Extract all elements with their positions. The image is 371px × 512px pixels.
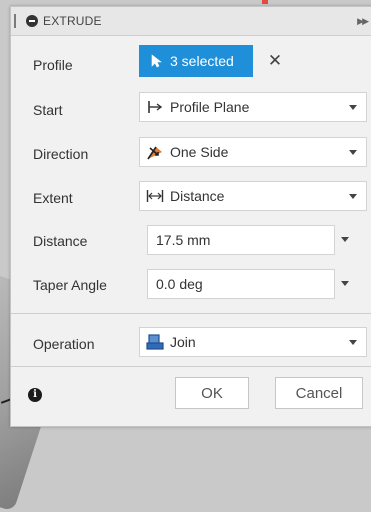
distance-label: Distance [33, 233, 88, 249]
start-value: Profile Plane [170, 99, 250, 115]
drag-grip-icon[interactable] [14, 14, 16, 28]
operation-label: Operation [33, 336, 95, 352]
operation-value: Join [170, 334, 196, 350]
chevron-down-icon [349, 340, 357, 345]
dialog-title: EXTRUDE [43, 14, 102, 28]
canvas-red-mark [262, 0, 268, 4]
taper-angle-label: Taper Angle [33, 277, 107, 293]
info-icon[interactable]: i [28, 388, 42, 402]
chevron-down-icon [349, 150, 357, 155]
profile-label: Profile [33, 57, 73, 73]
distance-input[interactable]: 17.5 mm [147, 225, 335, 255]
dialog-titlebar[interactable]: EXTRUDE ▶▶ [11, 7, 371, 36]
profile-select-button[interactable]: 3 selected [139, 45, 253, 77]
chevron-down-icon [349, 105, 357, 110]
section-divider [11, 313, 371, 314]
direction-dropdown[interactable]: One Side [139, 137, 367, 167]
taper-angle-menu-icon[interactable] [341, 281, 349, 286]
ok-button[interactable]: OK [175, 377, 249, 409]
extent-dropdown[interactable]: Distance [139, 181, 367, 211]
extent-value: Distance [170, 188, 225, 204]
expand-icon[interactable]: ▶▶ [357, 16, 369, 27]
extrude-dialog: EXTRUDE ▶▶ Profile 3 selected ✕ Start Pr… [10, 6, 371, 427]
footer-divider [11, 366, 371, 367]
collapse-icon[interactable] [26, 15, 38, 27]
profile-plane-icon [146, 98, 164, 116]
distance-icon [146, 187, 164, 205]
distance-menu-icon[interactable] [341, 237, 349, 242]
cursor-select-icon [151, 54, 162, 68]
extent-label: Extent [33, 190, 73, 206]
one-side-icon [146, 143, 164, 161]
start-label: Start [33, 102, 63, 118]
profile-selection-count: 3 selected [170, 53, 234, 69]
cancel-button[interactable]: Cancel [275, 377, 363, 409]
taper-angle-input[interactable]: 0.0 deg [147, 269, 335, 299]
clear-selection-icon[interactable]: ✕ [265, 51, 285, 71]
direction-value: One Side [170, 144, 229, 160]
operation-dropdown[interactable]: Join [139, 327, 367, 357]
chevron-down-icon [349, 194, 357, 199]
start-dropdown[interactable]: Profile Plane [139, 92, 367, 122]
join-icon [146, 333, 164, 351]
direction-label: Direction [33, 146, 89, 162]
